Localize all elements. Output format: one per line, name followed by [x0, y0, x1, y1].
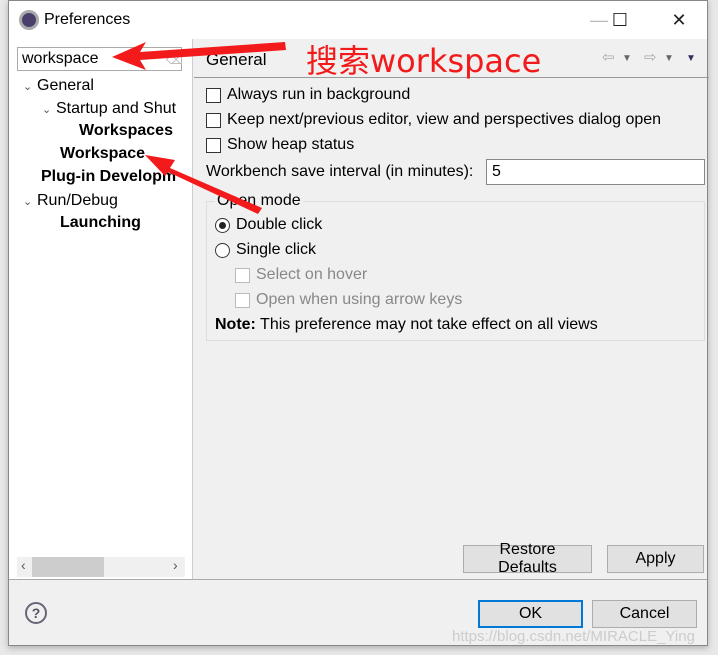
annotation-arrows: [112, 42, 286, 214]
arrow-to-search-icon: [112, 42, 286, 70]
arrow-to-workspace-icon: [145, 155, 262, 214]
